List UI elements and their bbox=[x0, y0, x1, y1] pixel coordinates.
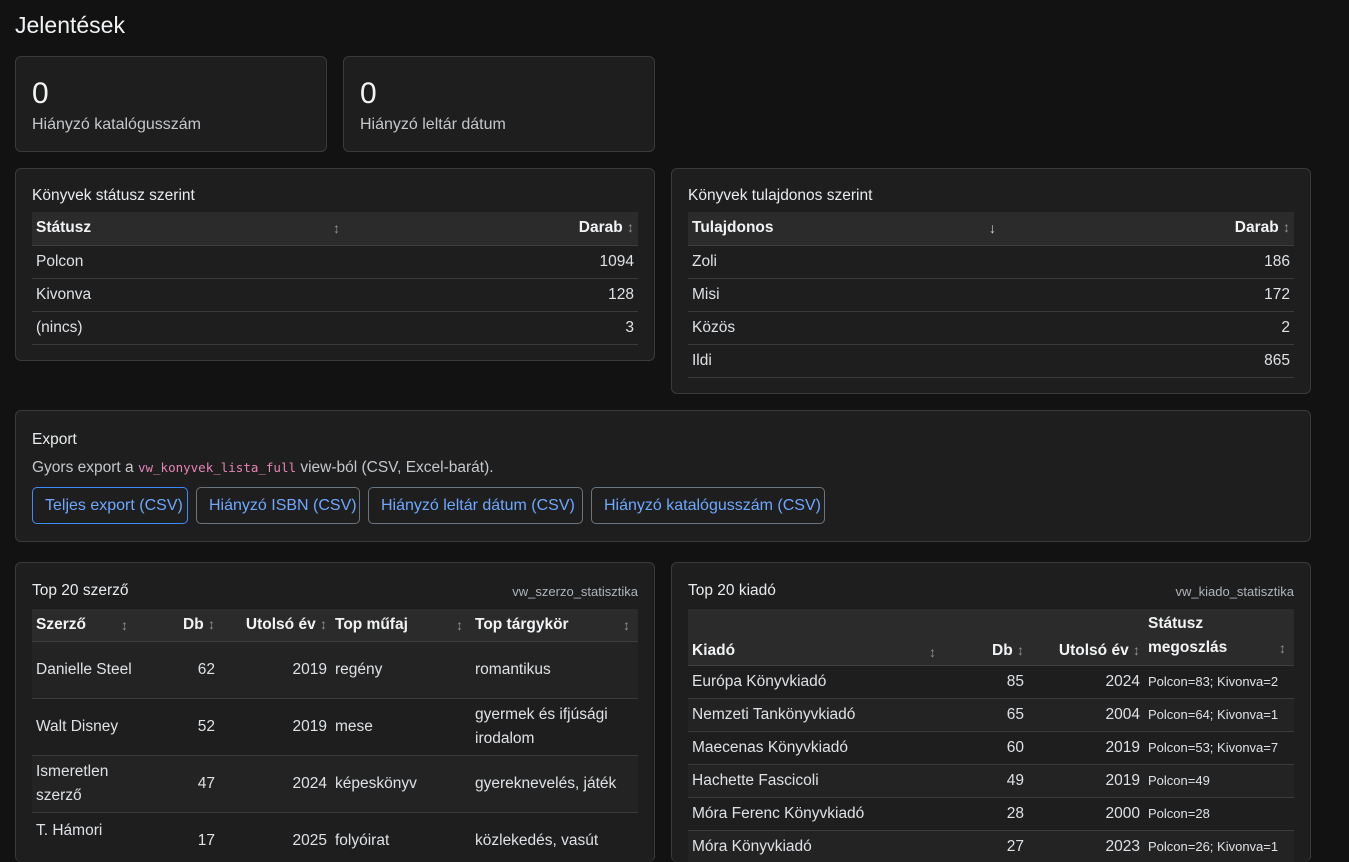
table-row: Danielle Steel 62 2019 regény romantikus bbox=[32, 641, 638, 699]
table-row: Polcon 1094 bbox=[32, 245, 638, 279]
top-publishers-title: Top 20 kiadó bbox=[688, 582, 776, 599]
table-row: Hachette Fascicoli 49 2019 Polcon=49 bbox=[688, 764, 1294, 798]
export-card: Export Gyors export a vw_konyvek_lista_f… bbox=[15, 410, 1311, 542]
top-authors-title: Top 20 szerző bbox=[32, 582, 129, 599]
sort-icon[interactable]: ↕ bbox=[623, 617, 630, 633]
publisher-count-header[interactable]: Db ↕ bbox=[944, 609, 1028, 666]
table-row: Zoli 186 bbox=[688, 245, 1294, 279]
table-row: (nincs) 3 bbox=[32, 311, 638, 345]
owner-header[interactable]: Tulajdonos ↓ bbox=[688, 212, 1006, 246]
table-row: T. Hámori 17 2025 folyóirat közlekedés, … bbox=[32, 812, 638, 862]
sort-icon[interactable]: ↕ bbox=[456, 617, 463, 633]
last-year-header[interactable]: Utolsó év ↕ bbox=[219, 609, 331, 642]
missing-inventory-date-value: 0 bbox=[360, 77, 377, 110]
export-description: Gyors export a vw_konyvek_lista_full vie… bbox=[32, 459, 494, 476]
table-row: Ismeretlen szerző 47 2024 képeskönyv gye… bbox=[32, 755, 638, 813]
top-authors-card: Top 20 szerző vw_szerzo_statisztika Szer… bbox=[15, 562, 655, 862]
count-header[interactable]: Darab ↕ bbox=[350, 212, 638, 246]
publisher-header[interactable]: Kiadó ↕ bbox=[688, 609, 944, 666]
sort-icon[interactable]: ↕ bbox=[929, 644, 936, 660]
missing-isbn-export-button[interactable]: Hiányzó ISBN (CSV) bbox=[196, 487, 360, 524]
full-export-button[interactable]: Teljes export (CSV) bbox=[32, 487, 188, 524]
sort-icon[interactable]: ↕ bbox=[1133, 642, 1140, 658]
sort-icon[interactable]: ↕ bbox=[320, 616, 327, 632]
missing-catalog-value: 0 bbox=[32, 77, 49, 110]
status-distribution-header[interactable]: Státusz megoszlás ↕ bbox=[1144, 609, 1294, 666]
sort-desc-icon[interactable]: ↓ bbox=[989, 220, 996, 236]
sort-icon[interactable]: ↕ bbox=[1017, 642, 1024, 658]
authors-view-name: vw_szerzo_statisztika bbox=[512, 584, 638, 599]
table-row: Móra Ferenc Könyvkiadó 28 2000 Polcon=28 bbox=[688, 797, 1294, 831]
missing-catalog-label: Hiányzó katalógusszám bbox=[32, 116, 201, 133]
sort-icon[interactable]: ↕ bbox=[121, 617, 128, 633]
table-row: Walt Disney 52 2019 mese gyermek és ifjú… bbox=[32, 698, 638, 756]
publishers-view-name: vw_kiado_statisztika bbox=[1175, 584, 1295, 599]
authors-table: Szerző ↕ Db ↕ Utolsó év ↕ Top műfaj ↕ Top … bbox=[32, 609, 638, 862]
table-row: Maecenas Könyvkiadó 60 2019 Polcon=53; K… bbox=[688, 731, 1294, 765]
owner-card-title: Könyvek tulajdonos szerint bbox=[688, 187, 873, 204]
missing-catalog-export-button[interactable]: Hiányzó katalógusszám (CSV) bbox=[591, 487, 825, 524]
owner-card: Könyvek tulajdonos szerint Tulajdonos ↓ D… bbox=[671, 168, 1311, 394]
owner-table: Tulajdonos ↓ Darab ↕ Zoli 186 Misi 172 Kö… bbox=[688, 212, 1294, 378]
top-topic-header[interactable]: Top tárgykör ↕ bbox=[471, 609, 638, 642]
page-title: Jelentések bbox=[15, 12, 125, 38]
missing-inventory-date-card: 0 Hiányzó leltár dátum bbox=[343, 56, 655, 152]
table-row: Nemzeti Tankönyvkiadó 65 2004 Polcon=64;… bbox=[688, 698, 1294, 732]
author-count-header[interactable]: Db ↕ bbox=[136, 609, 219, 642]
missing-catalog-card: 0 Hiányzó katalógusszám bbox=[15, 56, 327, 152]
status-card-title: Könyvek státusz szerint bbox=[32, 187, 195, 204]
status-header[interactable]: Státusz ↕ bbox=[32, 212, 350, 246]
table-row: Ildi 865 bbox=[688, 344, 1294, 378]
publisher-last-year-header[interactable]: Utolsó év ↕ bbox=[1028, 609, 1144, 666]
sort-icon[interactable]: ↕ bbox=[1283, 219, 1290, 235]
sort-icon[interactable]: ↕ bbox=[627, 219, 634, 235]
table-row: Móra Könyvkiadó 27 2023 Polcon=26; Kivon… bbox=[688, 830, 1294, 862]
publishers-table: Kiadó ↕ Db ↕ Utolsó év ↕ Státusz megoszlá… bbox=[688, 609, 1294, 862]
table-row: Kivonva 128 bbox=[32, 278, 638, 312]
table-row: Misi 172 bbox=[688, 278, 1294, 312]
sort-icon[interactable]: ↕ bbox=[333, 220, 340, 236]
top-genre-header[interactable]: Top műfaj ↕ bbox=[331, 609, 471, 642]
view-name: vw_konyvek_lista_full bbox=[137, 460, 297, 475]
sort-icon[interactable]: ↕ bbox=[1279, 636, 1286, 660]
export-title: Export bbox=[32, 431, 77, 448]
top-publishers-card: Top 20 kiadó vw_kiado_statisztika Kiadó ↕… bbox=[671, 562, 1311, 862]
status-card: Könyvek státusz szerint Státusz ↕ Darab ↕… bbox=[15, 168, 655, 361]
missing-inventory-date-export-button[interactable]: Hiányzó leltár dátum (CSV) bbox=[368, 487, 583, 524]
table-row: Közös 2 bbox=[688, 311, 1294, 345]
count-header[interactable]: Darab ↕ bbox=[1006, 212, 1294, 246]
sort-icon[interactable]: ↕ bbox=[208, 616, 215, 632]
author-header[interactable]: Szerző ↕ bbox=[32, 609, 136, 642]
table-row: Európa Könyvkiadó 85 2024 Polcon=83; Kiv… bbox=[688, 665, 1294, 699]
missing-inventory-date-label: Hiányzó leltár dátum bbox=[360, 116, 506, 133]
status-table: Státusz ↕ Darab ↕ Polcon 1094 Kivonva 128… bbox=[32, 212, 638, 345]
